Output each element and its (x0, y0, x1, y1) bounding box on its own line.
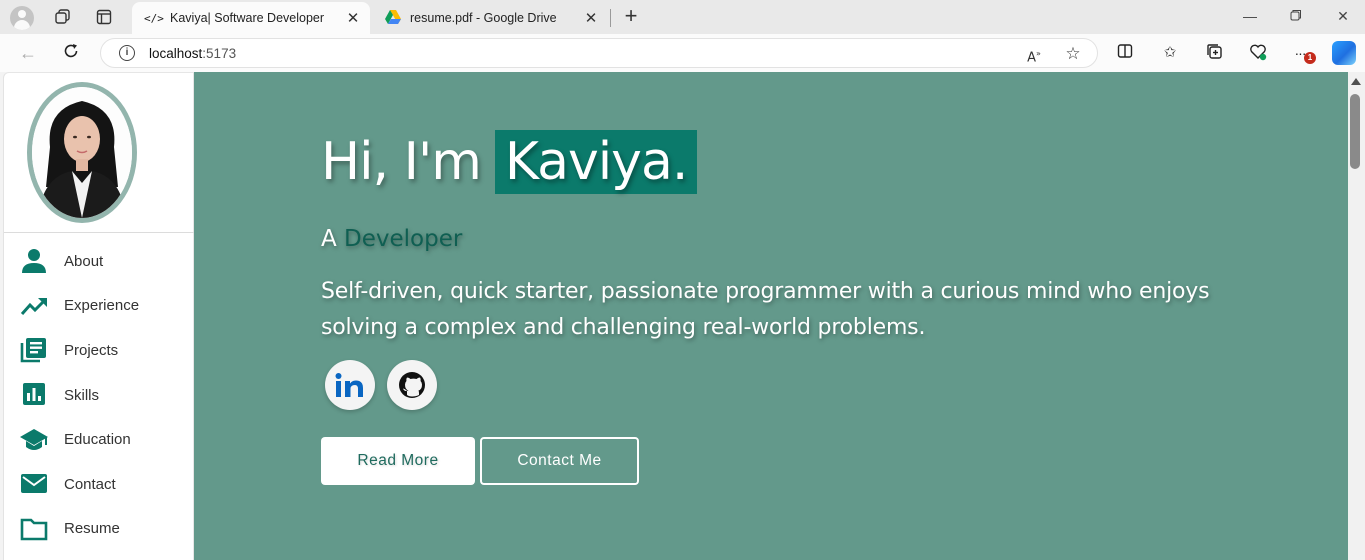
workspaces-icon[interactable] (52, 6, 74, 28)
close-tab-icon[interactable]: ✕ (342, 9, 364, 27)
address-bar[interactable]: i localhost:5173 A» ☆ (100, 38, 1098, 68)
read-aloud-icon[interactable]: A» (1025, 45, 1043, 65)
url-text[interactable]: localhost:5173 (149, 46, 236, 61)
sidebar-item-skills[interactable]: Skills (4, 373, 194, 418)
linkedin-link[interactable] (325, 360, 375, 410)
profile-photo (27, 82, 137, 223)
sidebar-nav: About Experience Projects Skills Educati… (4, 239, 194, 551)
scroll-up-icon[interactable] (1351, 78, 1361, 85)
tab-title: resume.pdf - Google Drive (410, 11, 557, 25)
contact-me-button[interactable]: Contact Me (480, 437, 639, 485)
envelope-icon (21, 474, 47, 494)
bar-chart-icon (23, 383, 45, 406)
linkedin-icon (335, 373, 363, 397)
library-books-icon (20, 338, 46, 363)
profile-photo-container (4, 73, 194, 233)
graduation-cap-icon (20, 428, 48, 450)
minimize-icon[interactable]: — (1240, 6, 1260, 26)
hero-section: Hi, I'm Kaviya. A Developer Self-driven,… (194, 72, 1348, 560)
person-icon (22, 249, 46, 274)
hero-role: A Developer (321, 226, 462, 252)
vertical-tabs-icon[interactable] (93, 6, 115, 28)
sidebar-item-label: Experience (64, 297, 140, 315)
sidebar: About Experience Projects Skills Educati… (3, 72, 194, 560)
browser-tab-bar: </> Kaviya| Software Developer ✕ resume.… (0, 0, 1365, 34)
sidebar-item-projects[interactable]: Projects (4, 328, 194, 373)
site-info-icon[interactable]: i (119, 45, 135, 61)
github-link[interactable] (387, 360, 437, 410)
hero-name: Kaviya. (494, 130, 698, 194)
page-scrollbar[interactable] (1348, 72, 1365, 560)
favorite-star-icon[interactable]: ☆ (1064, 45, 1082, 63)
tab-resume-drive[interactable]: resume.pdf - Google Drive ✕ (372, 2, 608, 34)
sidebar-item-label: Contact (64, 475, 116, 493)
tab-divider (610, 9, 611, 27)
profile-avatar-icon[interactable] (10, 6, 34, 30)
tab-title: Kaviya| Software Developer (170, 11, 325, 25)
github-icon (399, 372, 425, 398)
sidebar-item-label: Education (64, 431, 131, 449)
sidebar-item-contact[interactable]: Contact (4, 462, 194, 507)
refresh-icon[interactable] (60, 42, 82, 64)
role-prefix: A (321, 226, 337, 252)
close-tab-icon[interactable]: ✕ (580, 9, 602, 27)
sidebar-item-label: Projects (64, 341, 119, 359)
browser-essentials-icon[interactable] (1248, 43, 1268, 63)
sidebar-item-label: Resume (64, 520, 120, 538)
tab-portfolio[interactable]: </> Kaviya| Software Developer ✕ (132, 2, 370, 34)
close-window-icon[interactable]: ✕ (1333, 6, 1353, 26)
page-viewport: About Experience Projects Skills Educati… (3, 72, 1348, 560)
hero-heading: Hi, I'm Kaviya. (321, 130, 698, 194)
sidebar-item-resume[interactable]: Resume (4, 507, 194, 552)
sidebar-item-label: About (64, 252, 104, 270)
sidebar-item-about[interactable]: About (4, 239, 194, 284)
scrollbar-thumb[interactable] (1350, 94, 1360, 169)
new-tab-icon[interactable]: + (620, 5, 642, 27)
copilot-icon[interactable] (1332, 41, 1356, 65)
code-icon: </> (144, 11, 164, 25)
notification-badge: 1 (1304, 52, 1316, 64)
split-screen-icon[interactable] (1115, 43, 1135, 63)
google-drive-icon (384, 9, 402, 27)
back-icon[interactable]: ← (17, 42, 39, 64)
trending-up-icon (20, 297, 47, 315)
restore-icon[interactable] (1286, 6, 1306, 26)
hero-tagline: Self-driven, quick starter, passionate p… (321, 279, 1210, 340)
role-title: Developer (344, 226, 463, 252)
read-more-button[interactable]: Read More (321, 437, 475, 485)
sidebar-item-education[interactable]: Education (4, 417, 194, 462)
browser-toolbar: ← i localhost:5173 A» ☆ ✩ ··· (0, 34, 1365, 72)
favorites-icon[interactable]: ✩ (1160, 43, 1180, 63)
sidebar-item-label: Skills (64, 386, 100, 404)
folder-icon (20, 518, 48, 541)
collections-icon[interactable] (1204, 43, 1224, 63)
greeting-text: Hi, I'm (321, 132, 482, 192)
sidebar-item-experience[interactable]: Experience (4, 284, 194, 329)
